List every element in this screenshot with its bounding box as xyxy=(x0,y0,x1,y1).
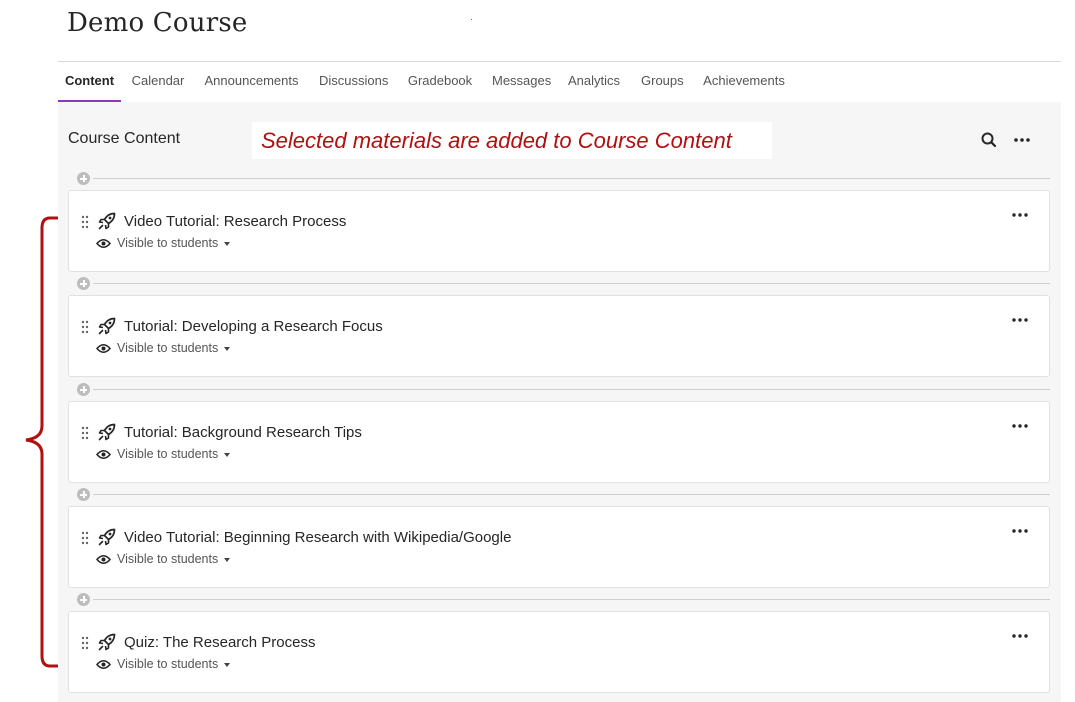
course-nav: Content Calendar Announcements Discussio… xyxy=(58,61,1061,103)
tab-achievements[interactable]: Achievements xyxy=(697,62,791,102)
course-content-title: Course Content xyxy=(68,130,181,147)
content-item-title[interactable]: Video Tutorial: Beginning Research with … xyxy=(124,529,511,546)
add-content-row xyxy=(77,593,1050,607)
course-title: Demo Course xyxy=(67,8,248,38)
content-item-title[interactable]: Tutorial: Developing a Research Focus xyxy=(124,318,383,335)
add-content-row xyxy=(77,383,1050,397)
divider xyxy=(93,178,1050,179)
content-item-title[interactable]: Tutorial: Background Research Tips xyxy=(124,424,362,441)
caret-down-icon xyxy=(224,663,230,667)
content-item: Quiz: The Research Process Visible to stu… xyxy=(68,611,1050,693)
item-more-options-icon[interactable] xyxy=(1011,208,1029,220)
add-content-icon[interactable] xyxy=(77,383,90,396)
stray-dot xyxy=(471,19,472,20)
divider xyxy=(93,599,1050,600)
add-content-row xyxy=(77,277,1050,291)
item-more-options-icon[interactable] xyxy=(1011,524,1029,536)
visibility-label: Visible to students xyxy=(117,657,219,671)
content-item: Video Tutorial: Research Process Visible … xyxy=(68,190,1050,272)
visibility-label: Visible to students xyxy=(117,552,219,566)
tab-messages[interactable]: Messages xyxy=(486,62,552,102)
tab-content[interactable]: Content xyxy=(58,62,121,102)
content-item: Video Tutorial: Beginning Research with … xyxy=(68,506,1050,588)
rocket-icon xyxy=(97,632,117,652)
add-content-icon[interactable] xyxy=(77,488,90,501)
drag-handle-icon[interactable] xyxy=(81,531,89,545)
tab-gradebook[interactable]: Gradebook xyxy=(401,62,479,102)
rocket-icon xyxy=(97,211,117,231)
bracket-annotation xyxy=(25,216,58,668)
tab-announcements[interactable]: Announcements xyxy=(197,62,306,102)
item-more-options-icon[interactable] xyxy=(1011,313,1029,325)
eye-icon xyxy=(96,658,111,671)
eye-icon xyxy=(96,553,111,566)
drag-handle-icon[interactable] xyxy=(81,426,89,440)
eye-icon xyxy=(96,448,111,461)
content-item: Tutorial: Developing a Research Focus Vis… xyxy=(68,295,1050,377)
caret-down-icon xyxy=(224,242,230,246)
search-icon[interactable] xyxy=(979,130,999,150)
content-item: Tutorial: Background Research Tips Visibl… xyxy=(68,401,1050,483)
add-content-icon[interactable] xyxy=(77,593,90,606)
item-more-options-icon[interactable] xyxy=(1011,629,1029,641)
divider xyxy=(93,494,1050,495)
drag-handle-icon[interactable] xyxy=(81,215,89,229)
drag-handle-icon[interactable] xyxy=(81,636,89,650)
add-content-icon[interactable] xyxy=(77,172,90,185)
add-content-row xyxy=(77,172,1050,186)
content-item-title[interactable]: Video Tutorial: Research Process xyxy=(124,213,346,230)
visibility-label: Visible to students xyxy=(117,341,219,355)
content-item-title[interactable]: Quiz: The Research Process xyxy=(124,634,315,651)
tab-calendar[interactable]: Calendar xyxy=(125,62,191,102)
visibility-label: Visible to students xyxy=(117,447,219,461)
eye-icon xyxy=(96,342,111,355)
rocket-icon xyxy=(97,527,117,547)
caret-down-icon xyxy=(224,453,230,457)
item-more-options-icon[interactable] xyxy=(1011,419,1029,431)
divider xyxy=(93,389,1050,390)
caret-down-icon xyxy=(224,347,230,351)
tab-discussions[interactable]: Discussions xyxy=(313,62,393,102)
caret-down-icon xyxy=(224,558,230,562)
rocket-icon xyxy=(97,422,117,442)
tab-groups[interactable]: Groups xyxy=(635,62,689,102)
visibility-label: Visible to students xyxy=(117,236,219,250)
callout-annotation: Selected materials are added to Course C… xyxy=(252,122,772,159)
drag-handle-icon[interactable] xyxy=(81,320,89,334)
eye-icon xyxy=(96,237,111,250)
rocket-icon xyxy=(97,316,117,336)
divider xyxy=(93,283,1050,284)
tab-analytics[interactable]: Analytics xyxy=(562,62,626,102)
more-options-icon[interactable] xyxy=(1011,130,1033,150)
add-content-icon[interactable] xyxy=(77,277,90,290)
add-content-row xyxy=(77,488,1050,502)
